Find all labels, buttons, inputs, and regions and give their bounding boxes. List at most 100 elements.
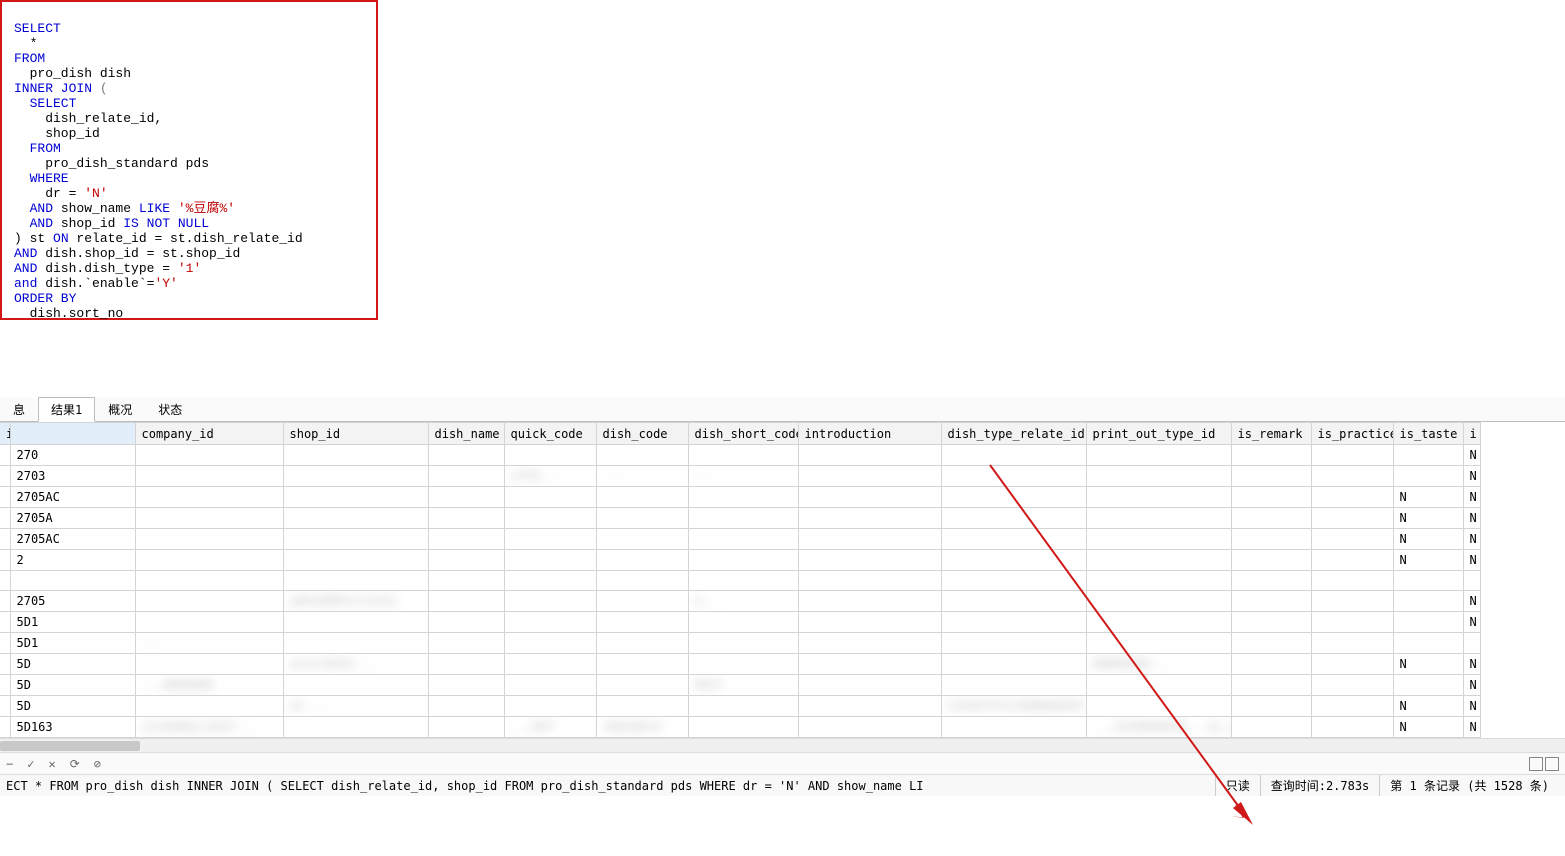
table-cell[interactable] [1463,571,1480,591]
table-cell[interactable] [504,591,596,612]
refresh-icon[interactable]: ⟳ [70,757,80,771]
table-cell[interactable] [1393,633,1463,654]
table-cell[interactable] [941,466,1086,487]
table-cell[interactable] [428,612,504,633]
table-cell[interactable]: ... [688,466,798,487]
table-cell[interactable] [504,696,596,717]
table-cell[interactable] [798,654,941,675]
table-cell[interactable]: N [1393,550,1463,571]
table-cell[interactable] [135,654,283,675]
table-cell[interactable]: N [1463,487,1480,508]
table-cell[interactable] [941,717,1086,738]
table-cell[interactable] [1231,717,1311,738]
table-row[interactable]: 5D1N [0,612,1480,633]
table-cell[interactable] [941,550,1086,571]
table-cell[interactable]: N [1393,717,1463,738]
table-cell[interactable] [428,717,504,738]
table-cell[interactable] [283,675,428,696]
table-cell[interactable] [0,717,10,738]
table-cell[interactable]: ...DFP [504,717,596,738]
table-cell[interactable] [941,633,1086,654]
table-row[interactable]: 270 N [0,445,1480,466]
table-cell[interactable] [798,612,941,633]
col-header-is-remark[interactable]: is_remark [1231,423,1311,445]
table-cell[interactable]: LPYD... [504,466,596,487]
table-cell[interactable] [1393,612,1463,633]
table-cell[interactable] [688,487,798,508]
col-header-is-practice[interactable]: is_practice [1311,423,1393,445]
table-cell[interactable]: C25A97FCCC00000895F... [941,696,1086,717]
table-cell[interactable] [941,591,1086,612]
table-cell[interactable] [0,508,10,529]
table-cell[interactable] [0,529,10,550]
table-cell[interactable]: N [1393,696,1463,717]
table-cell[interactable]: 100100i9 [596,717,688,738]
x-icon[interactable]: ✕ [48,757,55,771]
table-cell[interactable] [0,571,10,591]
table-row[interactable]: 2705ANN [0,508,1480,529]
table-cell[interactable] [798,675,941,696]
table-cell[interactable] [1231,633,1311,654]
table-cell[interactable] [1311,633,1393,654]
table-row[interactable]: 5D1... [0,633,1480,654]
table-cell[interactable] [1311,612,1393,633]
table-cell[interactable] [283,445,428,466]
table-cell[interactable] [283,529,428,550]
table-cell[interactable] [0,633,10,654]
table-cell[interactable]: 5D [10,675,135,696]
table-cell[interactable] [798,717,941,738]
table-cell[interactable] [596,571,688,591]
form-view-icon[interactable] [1545,757,1559,771]
table-cell[interactable] [135,466,283,487]
scrollbar-thumb[interactable] [0,741,140,751]
col-header-id[interactable]: i [0,423,10,445]
table-cell[interactable] [941,654,1086,675]
table-cell[interactable] [596,654,688,675]
table-cell[interactable] [1086,571,1231,591]
table-cell[interactable]: N [1463,717,1480,738]
col-header-dish-short-code[interactable]: dish_short_code [688,423,798,445]
table-cell[interactable] [1231,466,1311,487]
table-cell[interactable] [1311,696,1393,717]
table-cell[interactable] [596,487,688,508]
table-cell[interactable]: 2705AC [10,487,135,508]
table-cell[interactable] [1231,508,1311,529]
grid-view-icon[interactable] [1529,757,1543,771]
table-cell[interactable] [1311,529,1393,550]
col-header-dish-code[interactable]: dish_code [596,423,688,445]
table-row[interactable]: 2705ACNN [0,529,1480,550]
table-cell[interactable] [504,529,596,550]
table-cell[interactable] [135,487,283,508]
col-header-is-taste[interactable]: is_taste [1393,423,1463,445]
tab-status[interactable]: 状态 [145,397,195,421]
table-cell[interactable]: uh1C1993Z... [283,654,428,675]
table-cell[interactable] [1231,529,1311,550]
table-cell[interactable] [0,550,10,571]
col-header-company-id[interactable]: company_id [135,423,283,445]
table-cell[interactable]: 270 [10,445,135,466]
table-cell[interactable]: 5D [10,696,135,717]
table-cell[interactable] [1393,675,1463,696]
table-cell[interactable] [283,508,428,529]
table-cell[interactable] [504,571,596,591]
table-cell[interactable]: N [1463,654,1480,675]
table-cell[interactable] [135,529,283,550]
table-cell[interactable] [596,550,688,571]
table-cell[interactable] [1463,633,1480,654]
table-cell[interactable]: 2705A [10,508,135,529]
table-cell[interactable]: N [1463,445,1480,466]
table-cell[interactable]: ... [596,466,688,487]
table-cell[interactable] [504,508,596,529]
table-cell[interactable] [504,675,596,696]
table-row[interactable]: 5Duh1C1993Z...88800000...NN [0,654,1480,675]
table-cell[interactable] [688,508,798,529]
table-cell[interactable] [941,445,1086,466]
check-icon[interactable]: ✓ [27,757,34,771]
table-cell[interactable] [428,675,504,696]
col-header-quick-code[interactable]: quick_code [504,423,596,445]
table-cell[interactable] [798,466,941,487]
table-cell[interactable] [798,571,941,591]
table-cell[interactable] [1231,654,1311,675]
table-cell[interactable] [1231,612,1311,633]
table-cell[interactable] [135,550,283,571]
